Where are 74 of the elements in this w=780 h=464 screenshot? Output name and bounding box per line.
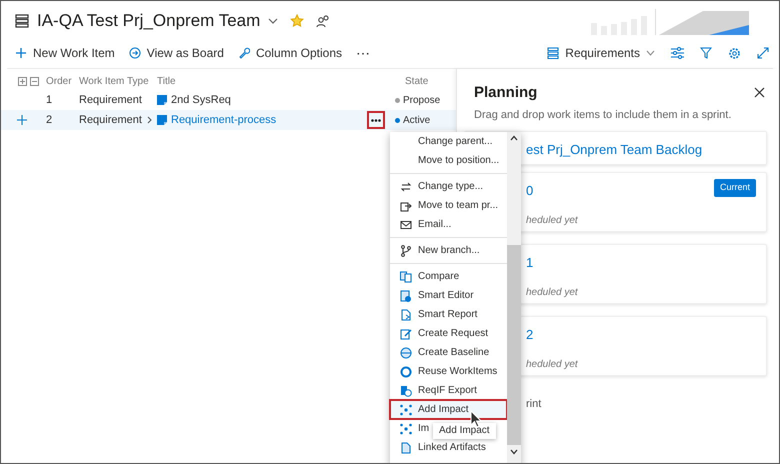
editor-icon [400, 290, 412, 302]
move-out-icon [400, 200, 412, 212]
column-header[interactable]: Title [157, 74, 405, 88]
baseline-icon [400, 346, 412, 358]
state-label: Propose [403, 94, 440, 108]
grid-row[interactable]: 2 Requirement Requirement-process Active [1, 110, 456, 130]
sprint-title[interactable]: 0 [526, 181, 534, 200]
network-icon [400, 422, 412, 434]
column-header[interactable]: Work Item Type [79, 74, 157, 88]
work-item-title[interactable]: 2nd SysReq [171, 92, 231, 108]
menu-item[interactable]: ReqIF Export [390, 381, 507, 400]
chevron-down-icon[interactable] [268, 17, 278, 25]
state-label: Active [403, 114, 430, 128]
sprint-title[interactable]: 1 [526, 253, 534, 272]
arrow-circle-icon [128, 47, 141, 59]
panel-title: Planning [474, 83, 538, 103]
tooltip: Add Impact [433, 423, 496, 439]
requirement-icon [157, 115, 167, 125]
wrench-icon [238, 47, 250, 59]
swap-arrows-icon [400, 180, 412, 192]
more-icon [371, 118, 381, 122]
backlog-icon [15, 14, 29, 28]
close-icon[interactable] [754, 87, 765, 98]
grid-row[interactable]: 1 Requirement 2nd SysReq Propose [1, 90, 456, 110]
people-icon[interactable] [316, 14, 330, 28]
menu-item[interactable]: Linked Artifacts [390, 438, 507, 457]
report-icon [400, 308, 412, 320]
current-badge: Current [714, 179, 756, 196]
order-cell-text: 1 [45, 92, 54, 108]
expand-icon[interactable] [757, 47, 769, 59]
backlog-icon [547, 47, 560, 59]
chevron-down-icon [646, 50, 655, 56]
level-picker[interactable]: Requirements [547, 44, 655, 62]
sprint-title[interactable]: est Prj_Onprem Team Backlog [526, 140, 702, 160]
expand-all-icon[interactable] [18, 76, 27, 86]
sprint-dates: heduled yet [526, 358, 578, 372]
network-icon [400, 404, 412, 416]
more-actions-button[interactable] [367, 111, 385, 129]
filter-icon[interactable] [700, 47, 712, 59]
add-icon[interactable] [17, 115, 27, 125]
add-icon [15, 47, 27, 59]
ring-icon [400, 366, 412, 378]
collapse-all-icon[interactable] [30, 76, 39, 86]
cursor-icon [470, 410, 482, 428]
scroll-up-icon[interactable] [510, 135, 518, 141]
panel-subtitle: Drag and drop work items to include them in a sprint. [474, 108, 732, 122]
settings-icon[interactable] [728, 46, 741, 60]
toolbar-button[interactable]: New Work Item [15, 44, 115, 62]
sprint-dates: heduled yet [526, 214, 578, 228]
branch-icon [400, 244, 412, 256]
sprint-title[interactable]: 2 [526, 325, 534, 344]
requirement-icon [157, 95, 167, 105]
type-cell-text: Requirement [79, 92, 143, 108]
chevron-right-icon[interactable] [147, 116, 153, 124]
team-title: IA-QA Test Prj_Onprem Team [37, 10, 260, 32]
column-header[interactable]: State [405, 74, 456, 88]
column-header[interactable]: Order [41, 74, 79, 88]
order-cell-text: 2 [45, 112, 54, 128]
star-icon[interactable] [290, 14, 304, 28]
edit-icon [400, 328, 412, 340]
more-button[interactable]: ⋯ [356, 42, 372, 64]
document-icon [400, 442, 412, 454]
work-item-title[interactable]: Requirement-process [171, 112, 276, 128]
sprint-dates: heduled yet [526, 286, 578, 300]
menu-item[interactable]: Add Impact [390, 400, 507, 419]
toolbar-button[interactable]: View as Board [128, 44, 224, 62]
mail-icon [400, 218, 412, 230]
sliders-icon[interactable] [671, 47, 684, 59]
toolbar-button[interactable]: Column Options [238, 44, 342, 62]
export-icon [400, 384, 412, 396]
scroll-down-icon[interactable] [510, 449, 518, 455]
scrollbar-thumb[interactable] [507, 245, 521, 445]
compare-icon [400, 270, 412, 282]
type-cell-text: Requirement [79, 112, 143, 128]
